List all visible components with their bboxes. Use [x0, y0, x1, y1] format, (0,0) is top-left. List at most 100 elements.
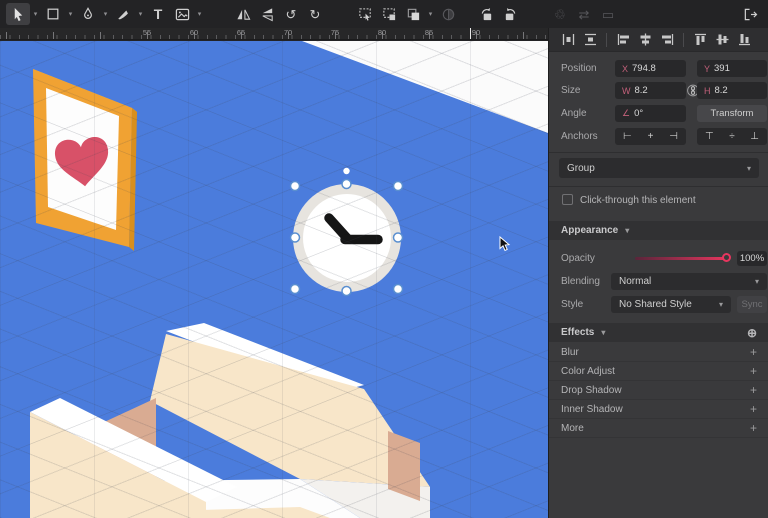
anchor-bottom-icon[interactable]: ⊥	[750, 131, 759, 142]
horizontal-ruler[interactable]: 55 60 65 70 75 80 85 90	[0, 28, 548, 40]
blending-dropdown[interactable]: Normal ▾	[611, 273, 767, 290]
shared-style-dropdown[interactable]: No Shared Style ▾	[611, 296, 731, 313]
size-width-field[interactable]: W 8.2	[615, 82, 686, 99]
pen-tool-button[interactable]	[76, 3, 100, 25]
element-type-dropdown[interactable]: Group ▾	[559, 158, 759, 178]
edit-shape-button[interactable]	[353, 3, 377, 25]
anchor-top-icon[interactable]: ⊤	[705, 131, 714, 142]
rectangle-tool-button[interactable]	[41, 3, 65, 25]
angle-row: Angle ∠ 0° Transform	[549, 105, 768, 122]
pen-tool-chevron[interactable]: ▾	[100, 3, 111, 25]
align-left-icon	[617, 34, 629, 45]
angle-field[interactable]: ∠ 0°	[615, 105, 686, 122]
click-through-checkbox[interactable]	[562, 194, 573, 205]
rotation-handle[interactable]	[343, 167, 350, 175]
handle-top-center[interactable]	[341, 178, 352, 190]
effect-label: Color Adjust	[561, 365, 615, 377]
distribute-vertical-icon	[584, 33, 596, 46]
anchor-middle-icon[interactable]: ÷	[729, 131, 735, 142]
add-drop-shadow-icon[interactable]: +	[750, 383, 757, 397]
select-tool-button[interactable]	[6, 3, 30, 25]
knife-tool-button[interactable]	[111, 3, 135, 25]
text-tool-button[interactable]: T	[146, 3, 170, 25]
mask-icon	[442, 8, 454, 20]
effect-label: Inner Shadow	[561, 403, 623, 415]
image-tool-button[interactable]	[170, 3, 194, 25]
effect-row-blur[interactable]: Blur +	[549, 343, 768, 362]
opacity-slider-knob[interactable]	[722, 253, 731, 262]
cursor-icon	[14, 7, 22, 21]
align-top-button[interactable]	[689, 30, 711, 50]
export-icon	[744, 8, 757, 20]
flip-horizontal-icon	[236, 9, 250, 20]
canvas[interactable]	[0, 41, 548, 518]
align-left-button[interactable]	[612, 30, 634, 50]
handle-middle-right[interactable]	[392, 232, 404, 243]
style-label: Style	[561, 299, 584, 310]
width-value: 8.2	[634, 85, 648, 96]
effect-row-inner-shadow[interactable]: Inner Shadow +	[549, 400, 768, 419]
pen-icon	[84, 7, 92, 19]
swap-button-disabled: ⇄	[572, 3, 596, 25]
effect-label: More	[561, 422, 584, 434]
size-height-field[interactable]: H 8.2	[697, 82, 767, 99]
flip-horizontal-button[interactable]	[231, 3, 255, 25]
rectangle-tool-chevron[interactable]: ▾	[65, 3, 76, 25]
position-y-field[interactable]: Y 391	[697, 60, 767, 77]
opacity-value-field[interactable]: 100%	[737, 251, 767, 266]
anchor-center-icon[interactable]: +	[648, 131, 654, 142]
add-more-icon[interactable]: +	[750, 421, 757, 435]
effect-row-drop-shadow[interactable]: Drop Shadow +	[549, 381, 768, 400]
handle-bottom-right[interactable]	[392, 283, 404, 295]
handle-top-right[interactable]	[392, 180, 404, 192]
boolean-union-chevron[interactable]: ▾	[425, 3, 436, 25]
recycle-button-disabled: ♲	[548, 3, 572, 25]
handle-bottom-left[interactable]	[289, 283, 301, 295]
rotate-object-left-icon	[481, 7, 491, 20]
ruler-number: 90	[471, 28, 481, 37]
transform-select-button[interactable]	[377, 3, 401, 25]
position-x-field[interactable]: X 794.8	[615, 60, 686, 77]
rotate-object-right-button[interactable]	[498, 3, 522, 25]
anchor-right-icon[interactable]: ⊣	[669, 131, 678, 142]
height-prefix: H	[704, 85, 711, 96]
handle-top-left[interactable]	[289, 180, 301, 192]
rotate-object-left-button[interactable]	[474, 3, 498, 25]
align-center-horizontal-button[interactable]	[634, 30, 656, 50]
add-effect-icon[interactable]: ⊕	[747, 326, 757, 340]
image-tool-chevron[interactable]: ▾	[194, 3, 205, 25]
anchor-left-icon[interactable]: ⊢	[623, 131, 632, 142]
knife-tool-chevron[interactable]: ▾	[135, 3, 146, 25]
effect-row-color-adjust[interactable]: Color Adjust +	[549, 362, 768, 381]
appearance-section-header[interactable]: Appearance ▾	[549, 221, 768, 240]
y-value: 391	[714, 63, 730, 74]
handle-middle-left[interactable]	[289, 232, 301, 243]
flip-vertical-button[interactable]	[255, 3, 279, 25]
add-inner-shadow-icon[interactable]: +	[750, 402, 757, 416]
effect-row-more[interactable]: More +	[549, 419, 768, 438]
select-tool-chevron[interactable]: ▾	[30, 3, 41, 25]
rotate-cw-button[interactable]: ↻	[303, 3, 327, 25]
align-middle-vertical-button[interactable]	[711, 30, 733, 50]
boolean-union-button[interactable]	[401, 3, 425, 25]
align-right-button[interactable]	[656, 30, 678, 50]
transform-button[interactable]: Transform	[697, 105, 767, 122]
ruler-number: 80	[377, 28, 387, 37]
export-button[interactable]	[738, 3, 762, 25]
add-blur-icon[interactable]: +	[750, 345, 757, 359]
distribute-vertical-button[interactable]	[579, 30, 601, 50]
align-bottom-button[interactable]	[733, 30, 755, 50]
distribute-horizontal-button[interactable]	[557, 30, 579, 50]
opacity-slider-track[interactable]	[635, 257, 729, 260]
add-color-adjust-icon[interactable]: +	[750, 364, 757, 378]
toolbar-separator	[683, 32, 684, 47]
click-through-row: Click-through this element	[549, 192, 768, 209]
design-app-window: ▾ ▾ ▾ ▾ T ▾ ↺ ↻ ▾ ♲ ⇄ ▭ 55 60 65 70 75 8…	[0, 0, 768, 518]
blending-label: Blending	[561, 276, 600, 287]
rectangle-icon	[47, 8, 59, 20]
rotate-ccw-icon: ↺	[285, 6, 297, 22]
rotate-ccw-button[interactable]: ↺	[279, 3, 303, 25]
handle-bottom-center[interactable]	[341, 285, 352, 297]
rotate-object-right-icon	[505, 7, 515, 20]
effects-section-header[interactable]: Effects ▾ ⊕	[549, 323, 768, 342]
